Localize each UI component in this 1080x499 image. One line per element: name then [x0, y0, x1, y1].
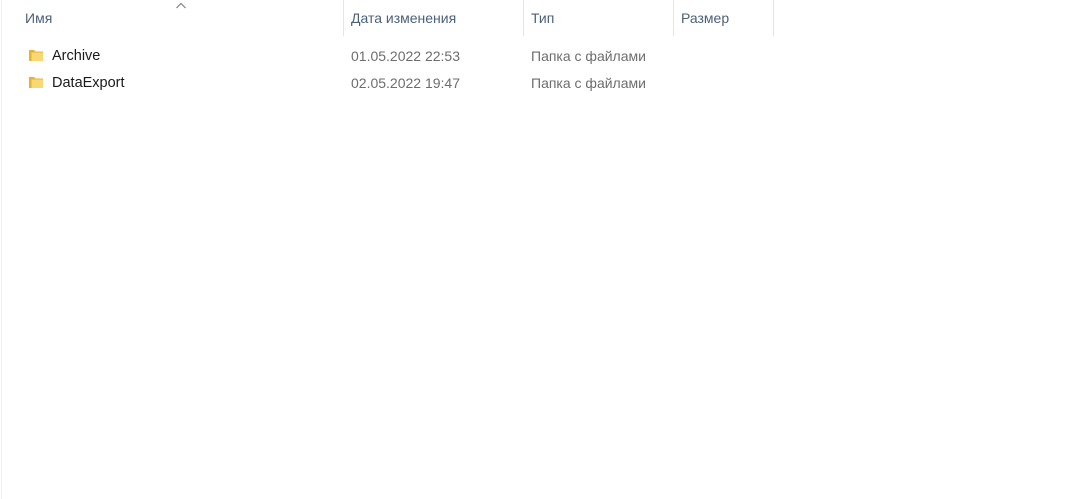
column-header: Имя Дата изменения Тип Размер: [0, 0, 775, 36]
file-date-modified: 02.05.2022 19:47: [351, 75, 460, 91]
column-header-name-label: Имя: [25, 10, 53, 26]
file-row[interactable]: Archive 01.05.2022 22:53 Папка с файлами: [18, 43, 774, 69]
folder-icon: [29, 77, 43, 88]
file-name[interactable]: Archive: [52, 43, 100, 69]
column-header-size[interactable]: Размер: [674, 0, 774, 36]
file-date-modified: 01.05.2022 22:53: [351, 48, 460, 64]
folder-icon: [29, 50, 43, 61]
column-header-type[interactable]: Тип: [524, 0, 674, 36]
column-header-date-modified-label: Дата изменения: [351, 10, 457, 26]
chevron-up-icon: [176, 2, 186, 9]
column-header-date-modified[interactable]: Дата изменения: [344, 0, 524, 36]
file-row[interactable]: DataExport 02.05.2022 19:47 Папка с файл…: [18, 70, 774, 96]
pane-border: [1, 0, 2, 499]
file-name[interactable]: DataExport: [52, 70, 125, 96]
file-list-view: Имя Дата изменения Тип Размер Archive 01…: [0, 0, 1080, 499]
column-header-size-label: Размер: [681, 10, 730, 26]
column-separator[interactable]: [773, 0, 774, 36]
file-type: Папка с файлами: [531, 75, 646, 91]
column-header-type-label: Тип: [531, 10, 555, 26]
file-type: Папка с файлами: [531, 48, 646, 64]
